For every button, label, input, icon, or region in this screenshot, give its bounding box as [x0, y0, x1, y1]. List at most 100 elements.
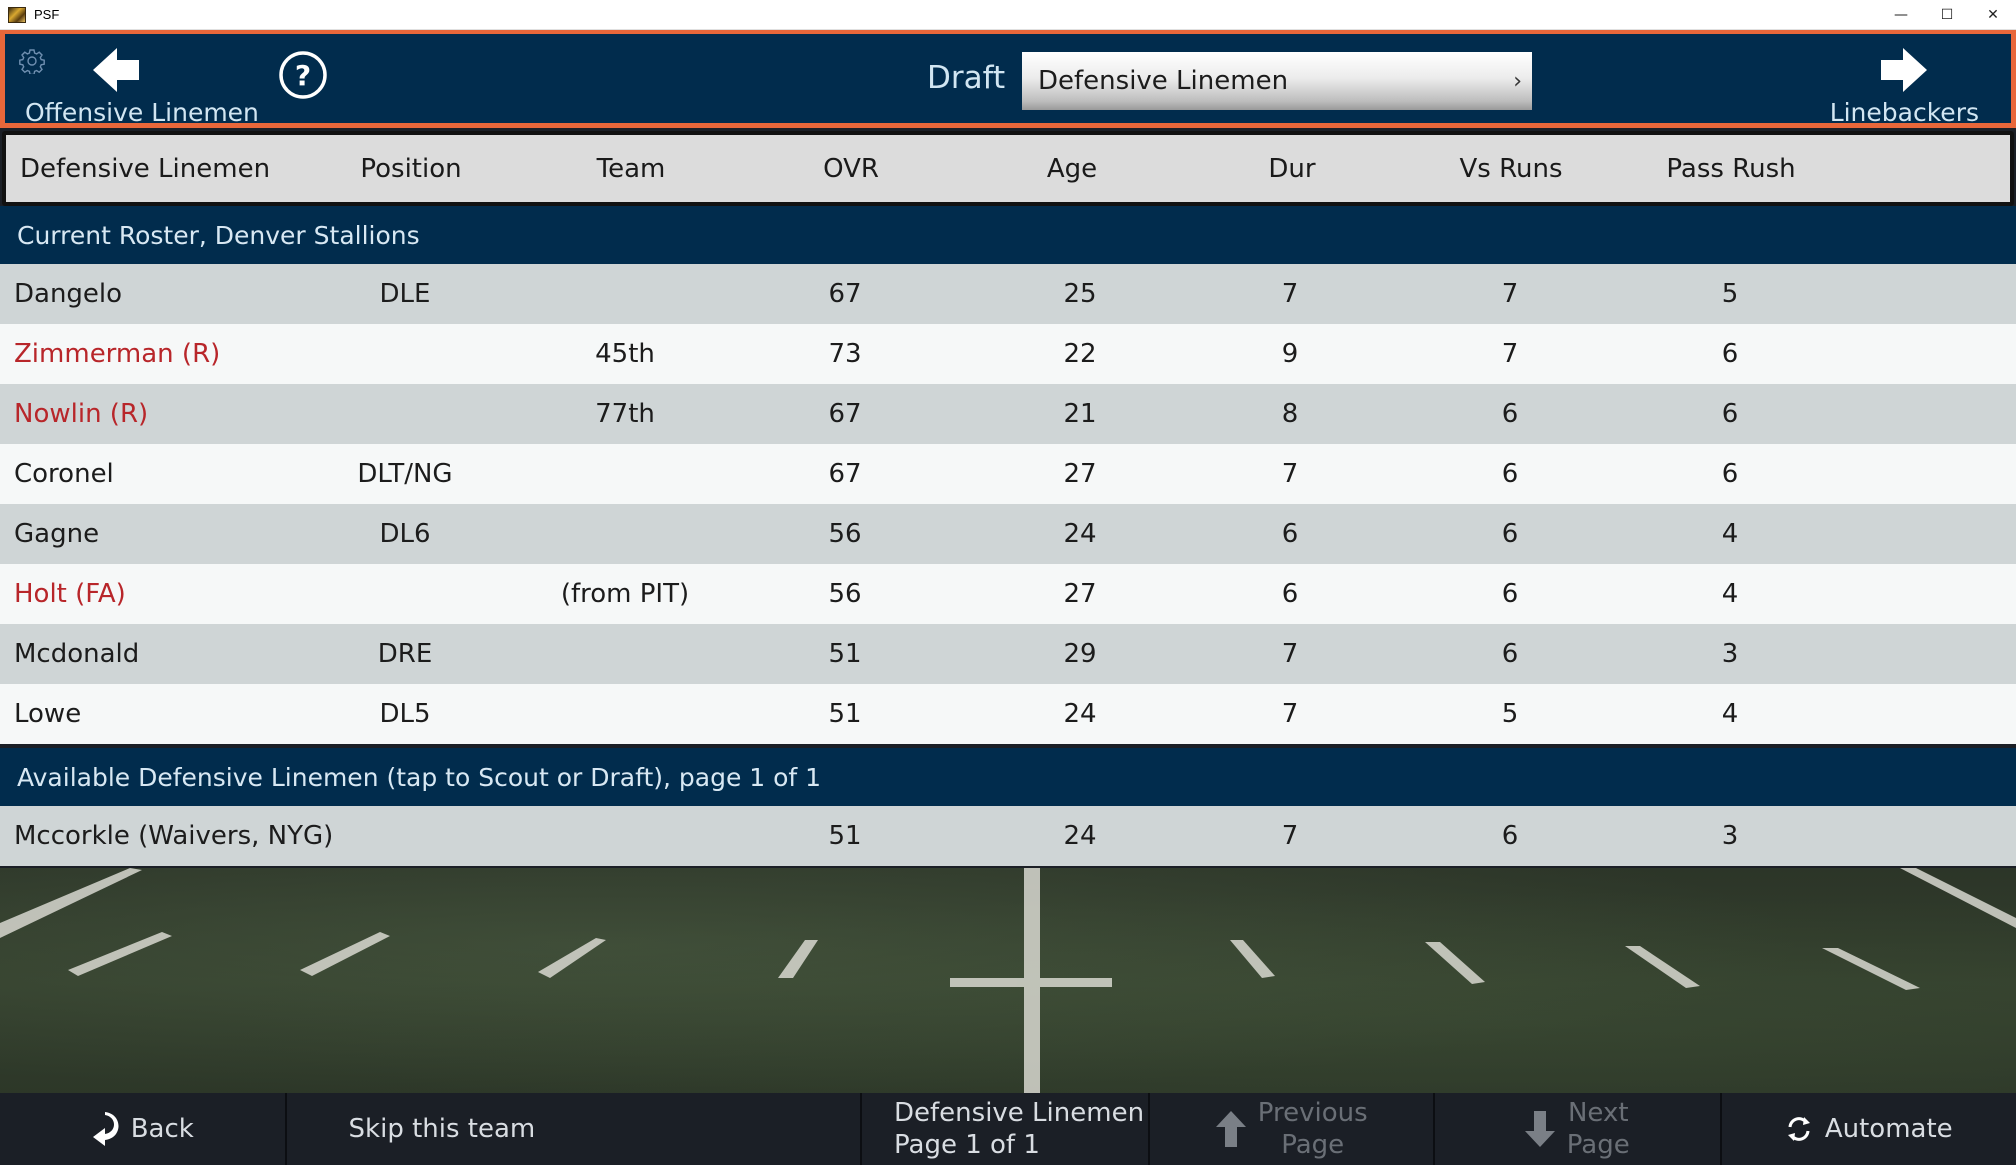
arrow-down-icon: [1524, 1111, 1555, 1147]
cell-team: [545, 444, 705, 504]
player-row[interactable]: Nowlin (R) 77th 67 21 8 6 6: [0, 384, 2016, 444]
roster-section-header: Current Roster, Denver Stallions: [0, 206, 2016, 264]
cell-player-name: Dangelo: [14, 279, 123, 309]
next-page-button[interactable]: Next Page: [1435, 1093, 1722, 1165]
chevron-right-icon: ›: [1513, 68, 1522, 94]
cell-vs-runs: 6: [1501, 519, 1519, 549]
cell-position: [330, 324, 480, 384]
cell-ovr: 67: [828, 399, 862, 429]
cell-pass-rush: 4: [1721, 519, 1739, 549]
cell-age: 25: [1063, 279, 1097, 309]
position-select-value: Defensive Linemen: [1038, 66, 1289, 96]
next-position-button[interactable]: Linebackers: [1797, 42, 1997, 127]
cell-pass-rush: 4: [1721, 579, 1739, 609]
column-header-team[interactable]: Team: [551, 135, 711, 202]
cell-player-name: Lowe: [14, 699, 82, 729]
cell-durability: 7: [1281, 699, 1299, 729]
cell-player-name: Gagne: [14, 519, 100, 549]
skip-team-button[interactable]: Skip this team: [287, 1093, 862, 1165]
cell-pass-rush: 6: [1721, 339, 1739, 369]
cell-age: 27: [1063, 579, 1097, 609]
player-row[interactable]: Mccorkle (Waivers, NYG) 51 24 7 6 3: [0, 806, 2016, 866]
app-root: Offensive Linemen ? Draft Defensive Line…: [0, 30, 2016, 1165]
bottom-toolbar: Back Skip this team Defensive Linemen Pa…: [0, 1093, 2016, 1165]
arrow-left-icon: [93, 48, 139, 92]
cell-pass-rush: 6: [1721, 459, 1739, 489]
prev-position-button[interactable]: Offensive Linemen: [19, 42, 259, 127]
cell-ovr: 51: [828, 639, 862, 669]
cell-vs-runs: 6: [1501, 821, 1519, 851]
field-lines: [0, 868, 2016, 1093]
column-header-pass-rush[interactable]: Pass Rush: [1651, 135, 1811, 202]
help-icon[interactable]: ?: [278, 50, 328, 100]
column-header-age[interactable]: Age: [1012, 135, 1132, 202]
cell-age: 22: [1063, 339, 1097, 369]
column-header-vs-runs[interactable]: Vs Runs: [1446, 135, 1576, 202]
cell-durability: 7: [1281, 279, 1299, 309]
column-header-name[interactable]: Defensive Linemen: [20, 135, 270, 202]
arrow-up-icon: [1215, 1111, 1246, 1147]
cell-age: 24: [1063, 821, 1097, 851]
back-label: Back: [130, 1114, 194, 1144]
window-controls: — ☐ ✕: [1878, 0, 2016, 30]
roster-section-title: Current Roster, Denver Stallions: [17, 220, 420, 250]
cell-durability: 7: [1281, 821, 1299, 851]
cell-team: (from PIT): [560, 579, 690, 609]
cell-ovr: 67: [828, 279, 862, 309]
cell-ovr: 56: [828, 519, 862, 549]
app-icon: [8, 6, 26, 23]
page-info-page: Page 1 of 1: [894, 1130, 1040, 1160]
cell-player-name: Zimmerman (R): [14, 339, 221, 369]
previous-page-button[interactable]: Previous Page: [1148, 1093, 1435, 1165]
column-header-ovr[interactable]: OVR: [796, 135, 906, 202]
cell-pass-rush: 4: [1721, 699, 1739, 729]
previous-page-label-2: Page: [1281, 1130, 1345, 1160]
refresh-icon: [1785, 1115, 1813, 1143]
next-position-label: Linebackers: [1829, 98, 1979, 127]
cell-player-name: Coronel: [14, 459, 114, 489]
cell-pass-rush: 3: [1721, 639, 1739, 669]
position-select[interactable]: Defensive Linemen ›: [1022, 52, 1532, 110]
player-row[interactable]: Gagne DL6 56 24 6 6 4: [0, 504, 2016, 564]
cell-vs-runs: 7: [1501, 339, 1519, 369]
player-row[interactable]: Zimmerman (R) 45th 73 22 9 7 6: [0, 324, 2016, 384]
maximize-button[interactable]: ☐: [1924, 0, 1970, 30]
cell-position: DLE: [379, 279, 431, 309]
cell-age: 21: [1063, 399, 1097, 429]
table-column-header: Defensive Linemen Position Team OVR Age …: [2, 131, 2014, 206]
cell-durability: 7: [1281, 459, 1299, 489]
field-background: [0, 868, 2016, 1123]
previous-page-label-1: Previous: [1257, 1098, 1368, 1128]
back-button[interactable]: Back: [0, 1093, 287, 1165]
cell-ovr: 67: [828, 459, 862, 489]
cell-position: DL6: [379, 519, 431, 549]
cell-pass-rush: 3: [1721, 821, 1739, 851]
cell-ovr: 51: [828, 821, 862, 851]
cell-vs-runs: 6: [1501, 459, 1519, 489]
skip-team-label: Skip this team: [348, 1114, 536, 1144]
cell-player-name: Mccorkle (Waivers, NYG): [14, 821, 334, 851]
player-row[interactable]: Dangelo DLE 67 25 7 7 5: [0, 264, 2016, 324]
player-row[interactable]: Lowe DL5 51 24 7 5 4: [0, 684, 2016, 744]
column-header-dur[interactable]: Dur: [1242, 135, 1342, 202]
available-section-title: Available Defensive Linemen (tap to Scou…: [17, 762, 822, 792]
player-row[interactable]: Holt (FA) (from PIT) 56 27 6 6 4: [0, 564, 2016, 624]
player-row[interactable]: Mcdonald DRE 51 29 7 6 3: [0, 624, 2016, 684]
prev-position-label: Offensive Linemen: [25, 98, 259, 127]
minimize-button[interactable]: —: [1878, 0, 1924, 30]
automate-button[interactable]: Automate: [1722, 1093, 2016, 1165]
close-button[interactable]: ✕: [1970, 0, 2016, 30]
cell-ovr: 73: [828, 339, 862, 369]
column-header-position[interactable]: Position: [336, 135, 486, 202]
back-arrow-icon: [91, 1112, 119, 1146]
cell-durability: 6: [1281, 519, 1299, 549]
draft-label: Draft: [927, 60, 1006, 96]
cell-team: [545, 684, 705, 744]
cell-durability: 7: [1281, 639, 1299, 669]
window-title: PSF: [34, 7, 60, 22]
window-titlebar: PSF — ☐ ✕: [0, 0, 2016, 30]
cell-position: [330, 564, 480, 624]
cell-age: 24: [1063, 699, 1097, 729]
next-page-label-1: Next: [1567, 1098, 1629, 1128]
player-row[interactable]: Coronel DLT/NG 67 27 7 6 6: [0, 444, 2016, 504]
